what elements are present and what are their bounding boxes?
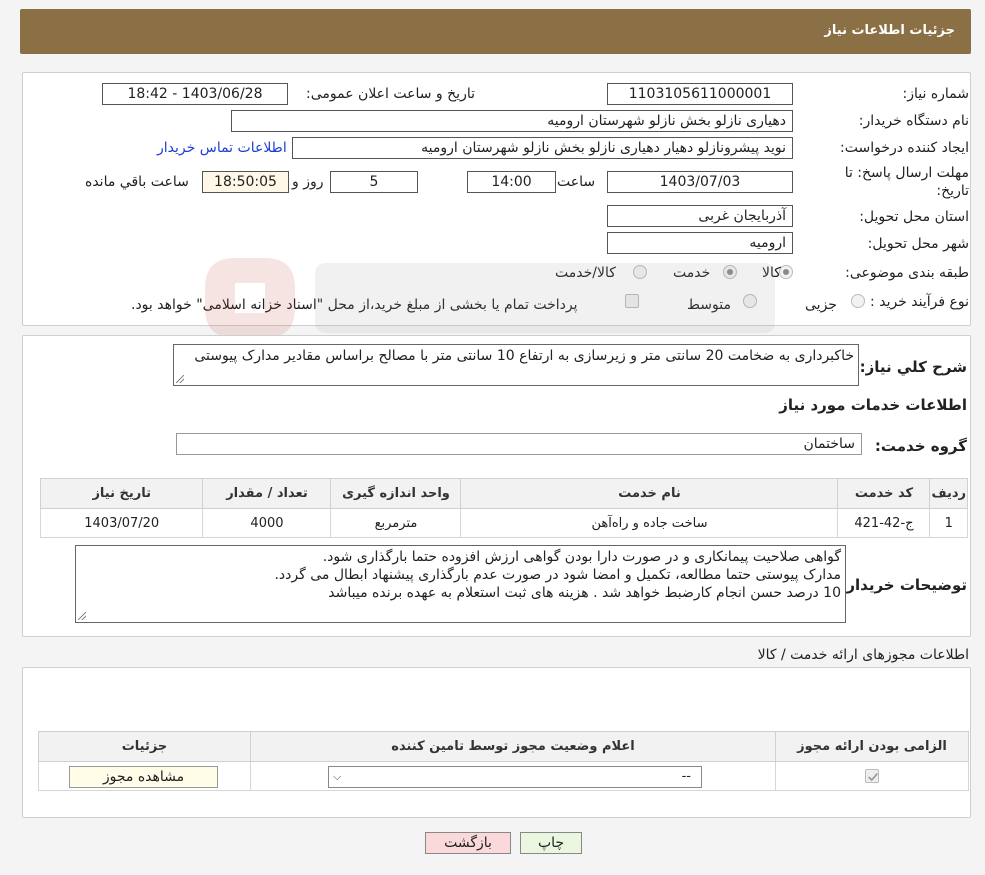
permit-status-select[interactable]: ⌵ -- <box>328 766 702 788</box>
category-radio-service[interactable] <box>723 265 737 279</box>
col-quantity: تعداد / مقدار <box>202 478 332 509</box>
service-group-label: گروه خدمت: <box>874 437 967 455</box>
buyer-note-line: مدارک پیوستی حتما مطالعه، تکمیل و امضا ش… <box>274 567 841 583</box>
col-row: ردیف <box>929 478 968 509</box>
purchase-radio-medium[interactable] <box>743 294 757 308</box>
remaining-label: ساعت باقي مانده <box>85 174 189 190</box>
table-row: 1 ج-42-421 ساخت جاده و راه‌آهن مترمربع 4… <box>39 508 968 538</box>
cell-need-date: 1403/07/20 <box>39 508 204 538</box>
permit-status-value: -- <box>681 769 691 784</box>
treasury-payment-note: پرداخت تمام یا بخشی از مبلغ خرید،از محل … <box>131 297 578 313</box>
page-header: جزئیات اطلاعات نیاز <box>20 9 971 54</box>
buyer-notes-label: توضیحات خریدار: <box>840 576 967 594</box>
province-label: استان محل تحویل: <box>859 209 969 225</box>
page-title: جزئیات اطلاعات نیاز <box>824 23 955 38</box>
summary-textarea: خاکبرداری به ضخامت 20 سانتی متر و زیرساز… <box>173 344 859 386</box>
category-radio-goods[interactable] <box>779 265 793 279</box>
col-permit-status: اعلام وضعیت مجوز توسط تامین کننده <box>250 731 776 762</box>
cell-service-code: ج-42-421 <box>837 508 931 538</box>
buyer-notes-textarea: گواهی صلاحیت پیمانکاری و در صورت دارا بو… <box>75 545 846 623</box>
category-radio-both[interactable] <box>633 265 647 279</box>
summary-label: شرح کلي نياز: <box>859 358 967 376</box>
purchase-option-medium: متوسط <box>687 297 731 313</box>
cell-unit: مترمربع <box>330 508 462 538</box>
purchase-option-small: جزیی <box>805 297 837 313</box>
purchase-radio-small[interactable] <box>851 294 865 308</box>
services-table-header: ردیف کد خدمت نام خدمت واحد اندازه گیری ت… <box>39 478 968 509</box>
permit-required-checkbox[interactable] <box>865 769 879 783</box>
print-button[interactable]: چاپ <box>520 832 582 854</box>
deadline-time-field: 14:00 <box>467 171 556 193</box>
permits-table-header: الزامی بودن ارائه مجوز اعلام وضعیت مجوز … <box>38 731 969 762</box>
purchase-type-label: نوع فرآیند خرید : <box>870 294 969 310</box>
buyer-org-field: دهیاری نازلو بخش نازلو شهرستان ارومیه <box>231 110 793 132</box>
deadline-label-date: تاریخ: <box>936 183 969 199</box>
col-service-code: کد خدمت <box>837 478 931 509</box>
resize-grip-icon <box>176 375 184 383</box>
buyer-note-line: گواهی صلاحیت پیمانکاری و در صورت دارا بو… <box>322 549 841 565</box>
deadline-time-label: ساعت <box>557 174 596 190</box>
col-need-date: تاریخ نیاز <box>39 478 204 509</box>
deadline-date-field: 1403/07/03 <box>607 171 793 193</box>
view-permit-button[interactable]: مشاهده مجوز <box>69 766 218 788</box>
resize-grip-icon <box>78 612 86 620</box>
col-permit-details: جزئیات <box>38 731 251 762</box>
announce-date-label: تاریخ و ساعت اعلان عمومی: <box>306 86 475 102</box>
check-icon <box>868 773 878 782</box>
announce-date-field: 1403/06/28 - 18:42 <box>102 83 288 105</box>
cell-service-name: ساخت جاده و راه‌آهن <box>460 508 839 538</box>
cell-quantity: 4000 <box>202 508 332 538</box>
col-permit-required: الزامی بودن ارائه مجوز <box>775 731 969 762</box>
category-option-goods: کالا <box>762 265 781 281</box>
city-field: ارومیه <box>607 232 793 254</box>
category-label: طبقه بندی موضوعی: <box>845 265 969 281</box>
back-button[interactable]: بازگشت <box>425 832 511 854</box>
deadline-label: مهلت ارسال پاسخ: تا <box>844 165 969 181</box>
chevron-down-icon: ⌵ <box>333 770 342 783</box>
days-field: 5 <box>330 171 418 193</box>
col-unit: واحد اندازه گیری <box>330 478 462 509</box>
cell-row: 1 <box>929 508 968 538</box>
remaining-time-field: 18:50:05 <box>202 171 289 193</box>
city-label: شهر محل تحویل: <box>867 236 969 252</box>
summary-text: خاکبرداری به ضخامت 20 سانتی متر و زیرساز… <box>194 348 854 364</box>
need-number-label: شماره نیاز: <box>902 86 970 102</box>
buyer-note-line: 10 درصد حسن انجام کارضبط خواهد شد . هزین… <box>328 585 841 601</box>
need-number-field: 1103105611000001 <box>607 83 793 105</box>
days-label: روز و <box>292 174 324 190</box>
col-service-name: نام خدمت <box>460 478 839 509</box>
category-option-service: خدمت <box>673 265 711 281</box>
treasury-payment-checkbox[interactable] <box>625 294 639 308</box>
cell-permit-required <box>775 761 969 791</box>
requester-field: نوید پیشرونازلو دهیار دهیاری نازلو بخش ن… <box>292 137 793 159</box>
province-field: آذربایجان غربی <box>607 205 793 227</box>
services-heading: اطلاعات خدمات مورد نياز <box>779 396 967 414</box>
service-group-field: ساختمان <box>176 433 862 455</box>
buyer-contact-link[interactable]: اطلاعات تماس خریدار <box>157 140 287 156</box>
services-table: ردیف کد خدمت نام خدمت واحد اندازه گیری ت… <box>39 478 968 538</box>
permits-title: اطلاعات مجوزهای ارائه خدمت / کالا <box>757 647 969 663</box>
category-option-both: کالا/خدمت <box>555 265 616 281</box>
buyer-org-label: نام دستگاه خریدار: <box>858 113 969 129</box>
requester-label: ایجاد کننده درخواست: <box>840 140 969 156</box>
